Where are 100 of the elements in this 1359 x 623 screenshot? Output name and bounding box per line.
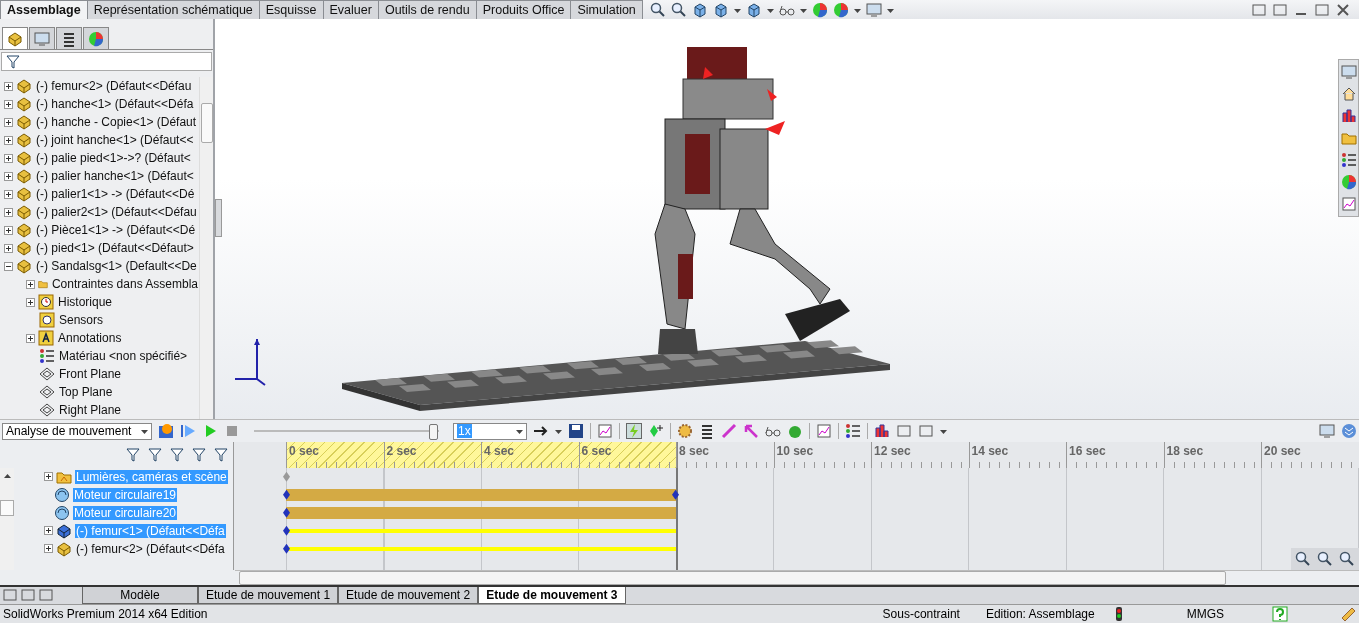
study-tab[interactable]: Etude de mouvement 2 [338,587,479,604]
cube-icon[interactable] [745,1,762,18]
list-icon[interactable] [1340,152,1357,169]
zoom-in-icon[interactable] [1317,550,1333,567]
expand-toggle[interactable] [4,171,13,181]
filter-icon[interactable] [125,446,141,463]
results-icon[interactable] [1340,108,1357,125]
zoom-area-icon[interactable] [670,1,687,18]
ribbon-tab[interactable]: Esquisse [258,0,324,20]
tree-item[interactable]: (-) hanche - Copie<1> (Défaut [35,115,198,130]
tile-window-icon[interactable] [1272,1,1288,18]
expand-toggle[interactable] [4,135,13,145]
expand-toggle[interactable] [44,526,53,536]
key-point-icon[interactable] [283,543,290,554]
panel-tab[interactable] [2,27,28,50]
slider-thumb[interactable] [429,424,439,441]
ribbon-tab[interactable]: Evaluer [322,0,379,20]
ribbon-tab[interactable]: Représentation schématique [86,0,260,20]
panel-collapse-handle[interactable] [215,199,222,238]
study-tab[interactable]: Etude de mouvement 1 [198,587,339,604]
tree-item[interactable]: Right Plane [58,403,123,418]
3d-viewport[interactable] [215,19,1359,420]
panel-tab[interactable] [56,27,82,50]
scrollbar-thumb[interactable] [200,103,213,144]
study-type-dropdown[interactable]: Analyse de mouvement [2,422,152,440]
chart-icon[interactable] [1340,196,1357,213]
tree-item[interactable]: (-) Sandalsg<1> (Default<<De [35,259,198,274]
key-point-icon[interactable] [672,489,679,500]
collapse-toggle[interactable] [4,261,13,271]
help-icon[interactable] [1272,605,1288,622]
key-point-icon[interactable] [283,489,290,500]
tree-item[interactable]: (-) palier1<1> -> (Défaut<<Dé [35,187,196,202]
expand-toggle[interactable] [26,297,35,307]
expand-toggle[interactable] [4,81,13,91]
expand-toggle[interactable] [4,117,13,127]
expand-toggle[interactable] [4,207,13,217]
ribbon-tab[interactable]: Outils de rendu [377,0,477,20]
tree-item[interactable]: Sensors [58,313,105,328]
expand-toggle[interactable] [4,153,13,163]
units-button[interactable]: MMGS [1186,606,1224,621]
tree-item[interactable]: (-) pied<1> (Défaut<<Défaut> [35,241,195,256]
play-from-start-icon[interactable] [180,423,196,440]
zoom-fit-icon[interactable] [1295,550,1311,567]
key-point-icon[interactable] [283,525,290,536]
filter-icon[interactable] [147,446,163,463]
motor-track-bar[interactable] [286,506,676,519]
tree-item[interactable]: Annotations [57,331,123,346]
results-icon[interactable] [874,423,890,440]
plot-icon[interactable] [816,423,832,440]
tree-item[interactable]: Top Plane [58,385,114,400]
filter-icon[interactable] [191,446,207,463]
expand-icon[interactable] [1341,423,1357,440]
expand-toggle[interactable] [26,333,35,343]
playback-slider[interactable] [254,423,439,440]
filter-icon[interactable] [213,446,229,463]
key-point-icon[interactable] [283,507,290,518]
scrollbar[interactable] [235,569,1359,586]
expand-toggle[interactable] [26,279,35,289]
expand-toggle[interactable] [44,544,53,554]
home-icon[interactable] [1340,86,1357,103]
ribbon-tab[interactable]: Produits Office [475,0,572,20]
tree-item[interactable]: Matériau <non spécifié> [58,349,189,364]
cube-icon[interactable] [712,1,729,18]
property-tab-icon [34,30,50,47]
zoom-out-icon[interactable] [1339,550,1355,567]
autokey-icon[interactable] [626,423,642,440]
tree-item[interactable]: (-) femur<2> (Défaut<<Défa [75,541,226,556]
motor-track-bar[interactable] [286,488,676,501]
tree-item[interactable]: (-) joint hanche<1> (Défaut<< [35,133,195,148]
study-tab[interactable]: Etude de mouvement 3 [478,587,626,604]
tree-item[interactable]: Front Plane [58,367,123,382]
tree-item[interactable]: (-) palie pied<1>->? (Défaut< [35,151,192,166]
tile-window-icon[interactable] [1251,1,1267,18]
panel-tab[interactable] [83,27,109,50]
expand-toggle[interactable] [44,472,53,482]
tree-item[interactable]: (-) Pièce1<1> -> (Défaut<<Dé [35,223,197,238]
expand-toggle[interactable] [4,189,13,199]
filter-field[interactable] [1,52,212,72]
expand-toggle[interactable] [4,99,13,109]
scrollbar[interactable] [0,467,14,570]
scrollbar[interactable] [199,77,213,420]
scrollbar-thumb[interactable] [239,570,1226,585]
tree-item[interactable]: Contraintes dans Assembla [50,277,199,292]
tree-item[interactable]: Historique [57,295,114,310]
study-tab[interactable]: Modèle [82,587,198,604]
sphere-icon[interactable] [1340,174,1357,191]
tree-item[interactable]: (-) palier2<1> (Défaut<<Défau [35,205,198,220]
tree-item[interactable]: (-) hanche<1> (Défaut<<Défa [35,97,195,112]
ribbon-tab[interactable]: Simulation [570,0,643,20]
tree-item[interactable]: (-) femur<2> (Défaut<<Défau [35,79,193,94]
expand-toggle[interactable] [4,225,13,235]
close-icon[interactable] [1335,1,1351,18]
scrollbar-thumb[interactable] [0,499,14,516]
sphere-icon[interactable] [811,1,828,18]
properties-icon[interactable] [845,423,861,440]
ribbon-tab[interactable]: Assemblage [0,0,88,20]
filter-icon[interactable] [169,446,185,463]
zoom-fit-icon[interactable] [649,1,666,18]
tree-item[interactable]: (-) palier hanche<1> (Défaut< [35,169,195,184]
expand-toggle[interactable] [4,243,13,253]
